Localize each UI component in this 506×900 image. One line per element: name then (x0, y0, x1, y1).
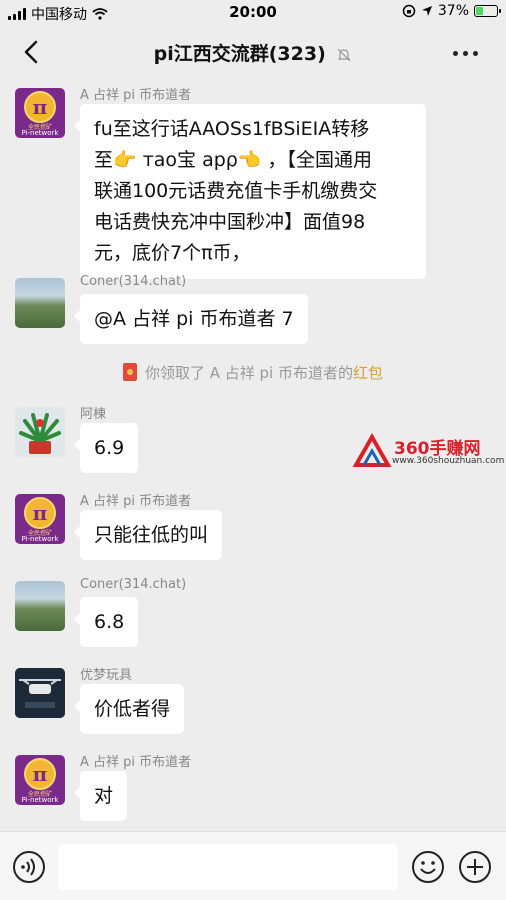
avatar[interactable]: π 全民挖矿 Pi-network (15, 88, 65, 138)
message-item: π 全民挖矿 Pi-network A 占祥 pi 币布道者 对 (0, 751, 506, 821)
message-bubble[interactable]: 只能往低的叫 (73, 510, 223, 560)
avatar[interactable] (15, 407, 65, 457)
sender-name: Coner(314.chat) (80, 577, 187, 592)
red-packet-icon (122, 363, 137, 381)
message-bubble[interactable]: 对 (73, 771, 128, 821)
voice-icon[interactable] (12, 850, 46, 884)
message-bubble[interactable]: 价低者得 (73, 684, 185, 734)
pi-coin-icon: π (24, 497, 56, 529)
drone-image (15, 668, 65, 718)
chat-screen: 中国移动 20:00 37% pi江西交流群(323) π 全民挖矿 Pi-ne… (0, 0, 506, 900)
avatar[interactable] (15, 581, 65, 631)
message-text-line: 元，底价7个π币， (94, 242, 251, 264)
pi-coin-icon: π (24, 758, 56, 790)
plus-icon[interactable] (458, 850, 492, 884)
status-bar: 中国移动 20:00 37% (0, 0, 506, 26)
emoji-icon[interactable] (411, 850, 445, 884)
avatar[interactable]: π 全民挖矿 Pi-network (15, 755, 65, 805)
pi-coin-icon: π (24, 91, 56, 123)
battery-fill (476, 7, 483, 15)
message-bubble[interactable]: 6.8 (73, 597, 139, 647)
message-item: π 全民挖矿 Pi-network A 占祥 pi 币布道者 fu至这行话AAO… (0, 84, 506, 279)
message-text-line: fu至这行话AAOSs1fBSiEIA转移 (94, 118, 370, 140)
message-input[interactable] (58, 844, 398, 890)
message-text-line: 电话费快充冲中国秒冲】面值98 (94, 211, 366, 233)
message-item: π 全民挖矿 Pi-network A 占祥 pi 币布道者 只能往低的叫 (0, 490, 506, 560)
battery-icon (474, 5, 501, 17)
message-text: 6.9 (94, 437, 125, 459)
message-text: 只能往低的叫 (94, 524, 209, 546)
message-text: 6.8 (94, 611, 125, 633)
message-text-line: 联通100元话费充值卡手机缴费交 (94, 180, 378, 202)
watermark: 360手赚网 www.360shouzhuan.com (352, 432, 505, 470)
location-icon (421, 6, 432, 16)
message-bubble[interactable]: @A 占祥 pi 币布道者 7 (74, 294, 308, 344)
system-notice: 你领取了 A 占祥 pi 币布道者的红包 (0, 362, 506, 383)
sender-name: A 占祥 pi 币布道者 (80, 494, 192, 509)
watermark-url: www.360shouzhuan.com (392, 456, 505, 466)
notice-text: 你领取了 A 占祥 pi 币布道者的 (144, 364, 353, 382)
message-text: 价低者得 (94, 698, 171, 720)
sender-name: Coner(314.chat) (80, 274, 187, 289)
avatar-caption: Pi-network (21, 129, 59, 137)
watermark-logo (352, 433, 392, 467)
sender-name: A 占祥 pi 币布道者 (80, 755, 192, 770)
message-bubble[interactable]: 6.9 (73, 423, 139, 473)
message-text: @A 占祥 pi 币布道者 7 (94, 308, 294, 330)
avatar[interactable] (15, 668, 65, 718)
message-text-line: 至👉 тao宝 apρ👈 ，【全国通用 (94, 149, 373, 171)
avatar[interactable]: π 全民挖矿 Pi-network (15, 494, 65, 544)
rotation-lock-icon (402, 4, 416, 18)
status-right: 37% (402, 3, 501, 19)
plant-image (15, 407, 65, 457)
avatar[interactable] (15, 278, 65, 328)
message-bubble[interactable]: fu至这行话AAOSs1fBSiEIA转移 至👉 тao宝 apρ👈 ，【全国通… (74, 104, 426, 279)
sender-name: 优梦玩具 (80, 668, 133, 683)
message-text: 对 (94, 785, 114, 807)
nav-bar: pi江西交流群(323) (0, 26, 506, 78)
avatar-caption: Pi-network (21, 535, 59, 543)
page-title: pi江西交流群(323) (0, 39, 506, 66)
battery-percent: 37% (437, 3, 469, 19)
input-bar (0, 831, 506, 900)
bell-slash-icon (337, 48, 351, 61)
sender-name: 阿棟 (80, 407, 107, 422)
more-icon[interactable] (453, 51, 478, 56)
sender-name: A 占祥 pi 币布道者 (80, 88, 192, 103)
avatar-caption: Pi-network (21, 796, 59, 804)
group-name: pi江西交流群(323) (153, 43, 326, 65)
red-packet-link[interactable]: 红包 (353, 364, 383, 382)
